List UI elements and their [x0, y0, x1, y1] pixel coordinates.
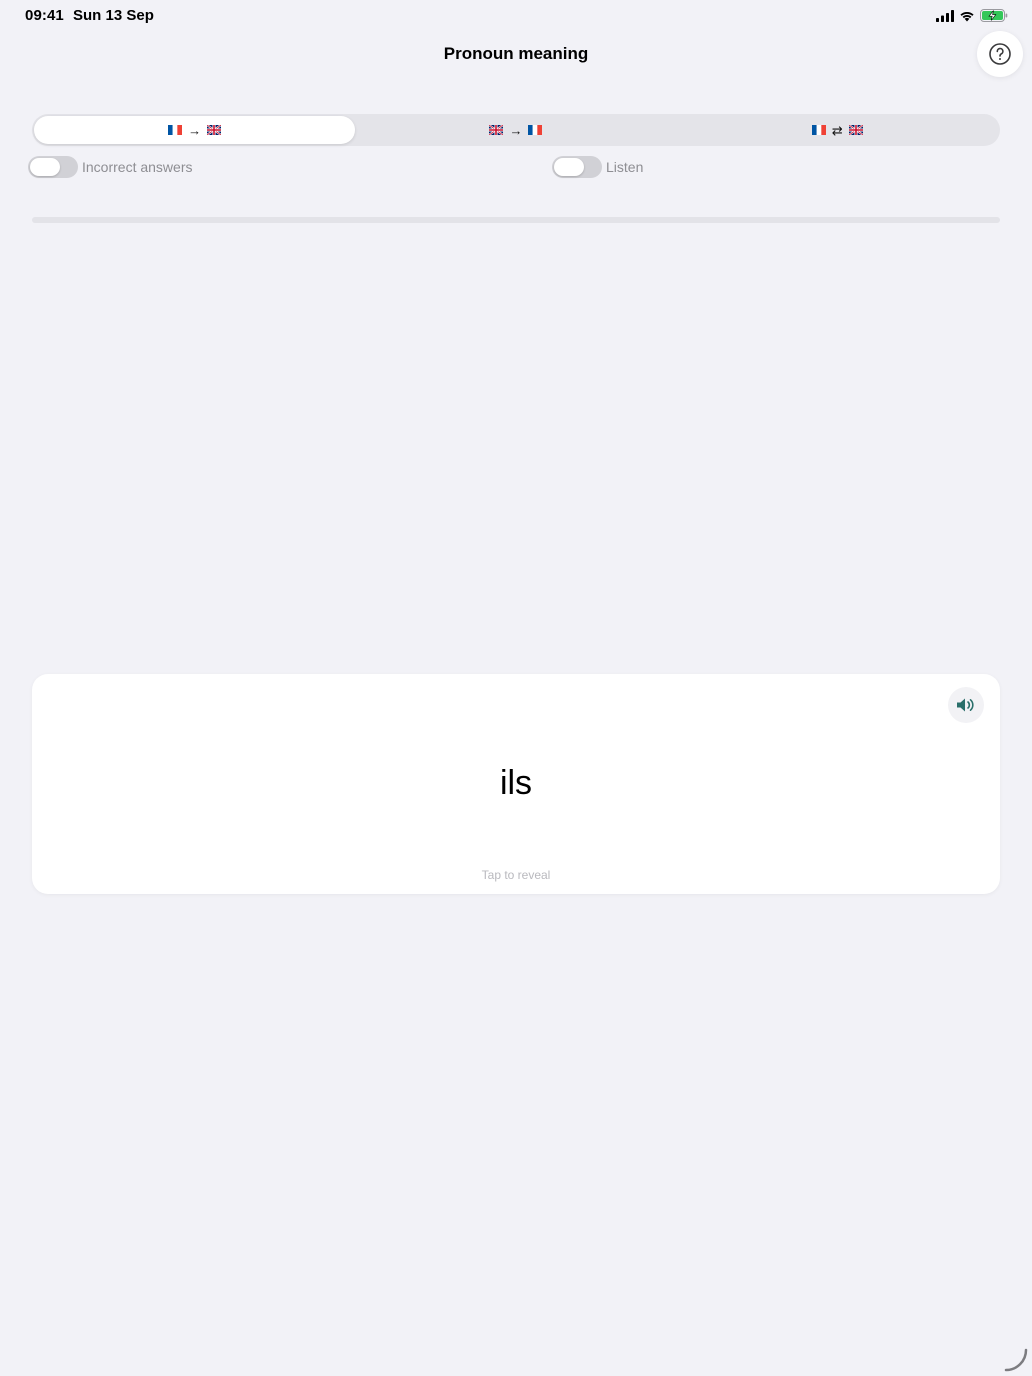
- flash-card[interactable]: ils Tap to reveal: [32, 674, 1000, 894]
- arrow-right-icon: →: [188, 122, 202, 138]
- swap-arrows-icon: ⇄: [831, 122, 843, 138]
- arrow-right-icon: →: [509, 122, 523, 138]
- app-screen: 09:41 Sun 13 Sep Pronoun meaning → → ⇄ I…: [0, 0, 1032, 1376]
- progress-bar: [32, 217, 1000, 223]
- question-circle-icon: [989, 43, 1011, 65]
- page-title: Pronoun meaning: [443, 44, 589, 63]
- status-icons: [936, 9, 1008, 22]
- status-date: Sun 13 Sep: [73, 7, 154, 24]
- france-flag-icon: [811, 125, 826, 135]
- france-flag-icon: [168, 125, 183, 135]
- listen-row: Listen: [552, 156, 643, 178]
- signal-icon: [936, 9, 954, 22]
- loading-spinner-icon: [1004, 1348, 1028, 1372]
- speaker-icon: [957, 698, 974, 712]
- direction-segmented-control: → → ⇄: [32, 114, 1000, 146]
- tab-french-to-english[interactable]: →: [34, 116, 356, 144]
- uk-flag-icon: [848, 125, 863, 135]
- card-word: ils: [499, 764, 533, 802]
- listen-label: Listen: [606, 159, 644, 175]
- status-bar: 09:41 Sun 13 Sep: [0, 0, 1032, 32]
- incorrect-answers-toggle[interactable]: [28, 156, 78, 178]
- play-audio-button[interactable]: [948, 687, 984, 723]
- tab-english-to-french[interactable]: →: [355, 116, 676, 144]
- wifi-icon: [960, 11, 974, 21]
- france-flag-icon: [528, 125, 543, 135]
- tap-to-reveal-hint: Tap to reveal: [481, 868, 551, 882]
- uk-flag-icon: [207, 125, 222, 135]
- toggle-knob: [554, 158, 584, 176]
- battery-charging-icon: [980, 9, 1008, 22]
- help-button[interactable]: [977, 31, 1023, 77]
- uk-flag-icon: [489, 125, 504, 135]
- toggle-knob: [30, 158, 60, 176]
- status-time: 09:41: [25, 7, 64, 24]
- listen-toggle[interactable]: [552, 156, 602, 178]
- incorrect-answers-row: Incorrect answers: [28, 156, 192, 178]
- tab-both-directions[interactable]: ⇄: [677, 116, 998, 144]
- incorrect-answers-label: Incorrect answers: [82, 159, 193, 175]
